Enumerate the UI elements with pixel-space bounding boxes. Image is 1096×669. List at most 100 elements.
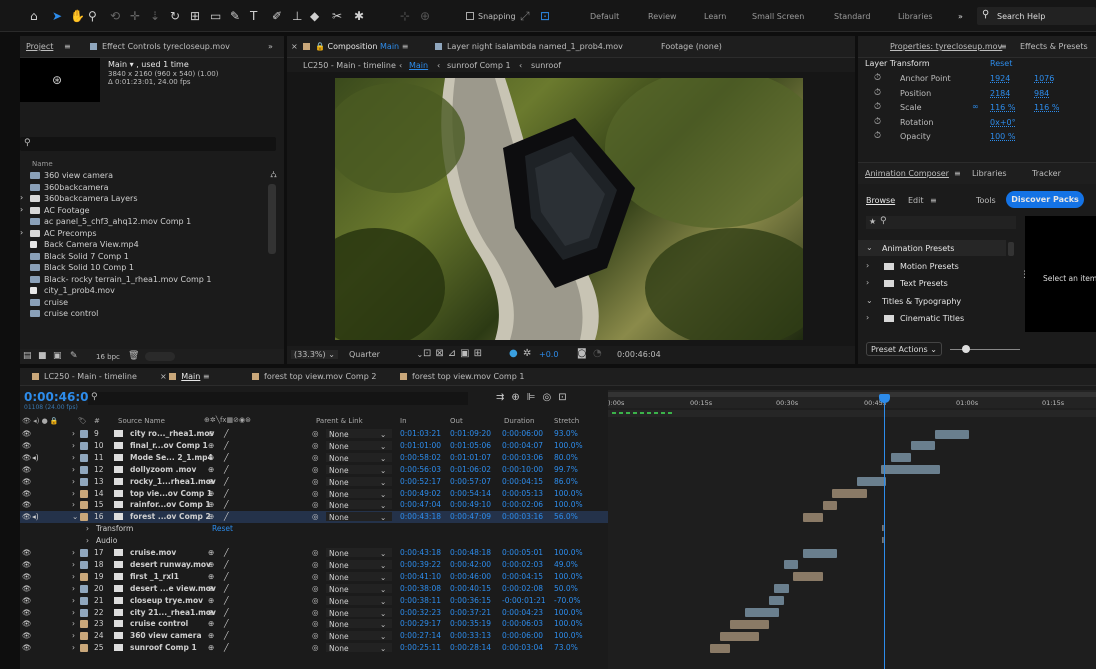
layer-stretch[interactable]: 50.0% — [554, 584, 578, 593]
pick-whip-icon[interactable]: ◎ — [312, 608, 319, 617]
chevron-right-icon[interactable]: › — [72, 643, 75, 652]
property-value-2[interactable]: 1076 — [1034, 74, 1054, 83]
timeline-search-input[interactable]: ⚲ — [88, 392, 468, 405]
pick-whip-icon[interactable]: ◎ — [312, 584, 319, 593]
pick-whip-icon[interactable]: ◎ — [312, 465, 319, 474]
preset-actions-dropdown[interactable]: Preset Actions ⌄ — [866, 342, 942, 356]
layer-out[interactable]: 0:00:57:07 — [450, 477, 491, 486]
layer-duration[interactable]: 0:00:04:23 — [502, 608, 543, 617]
quality-switch-icon[interactable]: ╱ — [224, 453, 229, 462]
chevron-right-icon[interactable]: › — [86, 536, 89, 545]
label-color-swatch[interactable] — [80, 430, 88, 438]
layer-row[interactable]: 👁 › 17 cruise.mov ⊕ ╱ ◎ None ⌄ 0:00:43:18 0:00:48:… — [20, 547, 608, 559]
layer-out[interactable]: 0:01:06:02 — [450, 465, 491, 474]
visibility-icon[interactable]: 👁 — [22, 441, 32, 450]
parent-dropdown[interactable]: None ⌄ — [326, 500, 392, 510]
layer-bar[interactable] — [803, 512, 823, 522]
view-options-icons[interactable]: ⊡⊠⊿▣⊞ — [423, 348, 486, 359]
layer-in[interactable]: 0:01:03:21 — [400, 429, 441, 438]
layer-row[interactable]: 👁 › 13 rocky_1...rhea1.mov ⊕ ╱ ◎ None ⌄ 0:00:52:1… — [20, 476, 608, 488]
layer-out[interactable]: 0:00:40:15 — [450, 584, 491, 593]
layer-source-name[interactable]: forest ...ov Comp 2 — [130, 512, 211, 521]
layer-source-name[interactable]: rocky_1...rhea1.mov — [130, 477, 216, 486]
layer-source-name[interactable]: 360 view camera — [130, 631, 202, 640]
project-item[interactable]: › AC Precomps — [20, 228, 284, 240]
layer-bar[interactable] — [891, 453, 911, 463]
preview-size-slider[interactable] — [950, 349, 1020, 350]
layer-source-name[interactable]: rainfor...ov Comp 1 — [130, 500, 211, 509]
layer-duration[interactable]: 0:00:06:03 — [502, 619, 543, 628]
visibility-icon[interactable]: 👁 — [22, 548, 32, 557]
layer-stretch[interactable]: 93.0% — [554, 429, 578, 438]
work-area-bar[interactable] — [608, 392, 1096, 397]
shy-switch-icon[interactable]: ⊕ — [208, 453, 214, 462]
time-graph[interactable]: ):00s 00:15s 00:30s 00:45s 01:00s 01:15s… — [608, 390, 1096, 669]
quality-switch-icon[interactable]: ╱ — [224, 584, 229, 593]
layer-stretch[interactable]: 73.0% — [554, 643, 578, 652]
visibility-icon[interactable]: 👁 — [22, 429, 32, 438]
project-item[interactable]: cruise — [20, 297, 284, 309]
new-folder-icon[interactable]: ■ — [38, 351, 47, 361]
visibility-icon[interactable]: 👁 — [22, 500, 32, 509]
layer-stretch[interactable]: 100.0% — [554, 500, 583, 509]
layer-bar[interactable] — [773, 584, 789, 594]
layer-in[interactable]: 0:00:27:14 — [400, 631, 441, 640]
label-color-swatch[interactable] — [80, 453, 88, 462]
rectangle-tool-icon[interactable]: ▭ — [210, 10, 221, 22]
layer-in[interactable]: 0:00:52:17 — [400, 477, 441, 486]
layer-duration[interactable]: 0:00:04:15 — [502, 572, 543, 581]
puppet-tool-icon[interactable]: ✱ — [354, 10, 364, 22]
visibility-icon[interactable]: 👁 — [22, 572, 32, 581]
search-help-box[interactable]: ⚲ Search Help — [977, 7, 1096, 25]
layer-bar[interactable] — [803, 548, 838, 558]
layer-stretch[interactable]: 100.0% — [554, 489, 583, 498]
visibility-icon[interactable]: 👁 — [22, 608, 32, 617]
tab-composition[interactable]: 🔒 Composition Main ≡ — [303, 42, 408, 51]
chevron-right-icon[interactable]: › — [72, 596, 75, 605]
layer-row[interactable]: 👁 ◂) › 11 Mode Se... 2_1.mp4 ⊕ ╱ ◎ None ⌄ 0:00:58:… — [20, 452, 608, 464]
tab-properties[interactable]: Properties: tyrecloseup.mov — [890, 42, 1002, 51]
shy-switch-icon[interactable]: ⊕ — [208, 608, 214, 617]
tab-project[interactable]: Project — [26, 42, 53, 51]
parent-dropdown[interactable]: None ⌄ — [326, 464, 392, 475]
zoom-tool-icon[interactable]: ⚲ — [88, 10, 97, 22]
layer-out[interactable]: 0:00:28:14 — [450, 643, 491, 652]
layer-out[interactable]: 0:00:33:13 — [450, 631, 491, 640]
chevron-right-icon[interactable]: › — [72, 453, 75, 462]
chevron-right-icon[interactable]: ⌄ — [72, 512, 78, 521]
layer-row[interactable]: 👁 › 14 top vie...ov Comp 1 ⊕ ╱ ◎ None ⌄ 0:00:49:0… — [20, 488, 608, 500]
pan-tool-icon[interactable]: ✛ — [130, 10, 140, 22]
chevron-right-icon[interactable]: › — [72, 584, 75, 593]
preset-tree-item[interactable]: › Cinematic Titles — [858, 310, 1006, 326]
layer-row[interactable]: 👁 ◂) ⌄ 16 forest ...ov Comp 2 ⊕ ╱ ◎ None ⌄ 0:00:43… — [20, 511, 608, 524]
pick-whip-icon[interactable]: ◎ — [312, 548, 319, 557]
visibility-icon[interactable]: 👁 — [22, 619, 32, 628]
trash-icon[interactable]: 🗑 — [128, 351, 139, 361]
audio-icon[interactable]: ◂) — [32, 512, 39, 521]
parent-dropdown[interactable]: None ⌄ — [326, 548, 392, 558]
workspace-learn[interactable]: Learn — [704, 12, 726, 21]
tab-main[interactable]: × Main ≡ — [160, 372, 210, 381]
link-icon[interactable]: ∞ — [972, 102, 979, 111]
property-value-1[interactable]: 1924 — [990, 74, 1010, 83]
tree-scrollbar[interactable] — [1008, 242, 1014, 256]
pick-whip-icon[interactable]: ◎ — [312, 572, 319, 581]
visibility-icon[interactable]: 👁 — [22, 584, 32, 593]
property-value-1[interactable]: 116 % — [990, 103, 1015, 112]
layer-duration[interactable]: 0:00:06:00 — [502, 429, 543, 438]
menu-icon[interactable]: ≡ — [930, 196, 937, 205]
layer-source-name[interactable]: Mode Se... 2_1.mp4 — [130, 453, 213, 462]
tools-button[interactable]: Tools — [976, 196, 996, 205]
quality-switch-icon[interactable]: ╱ — [224, 548, 229, 557]
pick-whip-icon[interactable]: ◎ — [312, 596, 319, 605]
quality-switch-icon[interactable]: ╱ — [224, 596, 229, 605]
layer-source-name[interactable]: cruise control — [130, 619, 188, 628]
layer-stretch[interactable]: 100.0% — [554, 631, 583, 640]
layer-duration[interactable]: 0:00:05:13 — [502, 489, 543, 498]
layer-in[interactable]: 0:00:43:18 — [400, 512, 441, 521]
snap-icon[interactable]: ⤢ — [520, 10, 530, 22]
selection-tool-icon[interactable]: ➤ — [52, 10, 62, 22]
layer-row[interactable]: 👁 › 15 rainfor...ov Comp 1 ⊕ ╱ ◎ None ⌄ 0:00:47:0… — [20, 499, 608, 511]
audio-icon[interactable]: ◂) — [32, 453, 39, 462]
parent-dropdown[interactable]: None ⌄ — [326, 512, 392, 522]
